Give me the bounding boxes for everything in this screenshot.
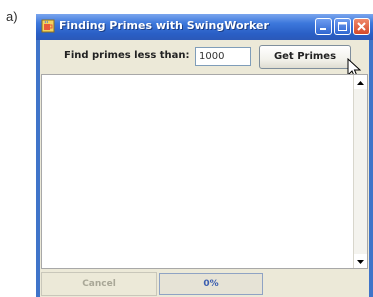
close-icon xyxy=(357,22,366,31)
maximize-button[interactable] xyxy=(334,18,351,35)
window-content: Find primes less than: 1000 Get Primes C… xyxy=(40,40,369,297)
prompt-label: Find primes less than: xyxy=(64,50,190,61)
minimize-button[interactable] xyxy=(315,18,332,35)
maximize-icon xyxy=(338,22,347,31)
title-bar[interactable]: Finding Primes with SwingWorker xyxy=(36,14,373,40)
screenshot-page: a) Finding Primes with SwingWorker Find … xyxy=(0,0,373,297)
window-title: Finding Primes with SwingWorker xyxy=(59,19,269,32)
vertical-scrollbar[interactable] xyxy=(353,75,367,268)
results-scroll-pane[interactable] xyxy=(41,74,368,269)
progress-bar: 0% xyxy=(159,273,263,295)
arrow-up-icon xyxy=(357,81,364,85)
scroll-up-button[interactable] xyxy=(354,75,367,89)
figure-label: a) xyxy=(6,9,18,24)
scroll-down-button[interactable] xyxy=(354,254,367,268)
app-window: Finding Primes with SwingWorker Find pri… xyxy=(36,14,373,297)
progress-text: 0% xyxy=(203,279,219,289)
cancel-button[interactable]: Cancel xyxy=(41,272,157,296)
status-bar: Cancel 0% xyxy=(41,272,368,296)
minimize-icon xyxy=(320,28,326,30)
number-input[interactable]: 1000 xyxy=(195,47,251,66)
arrow-down-icon xyxy=(357,260,364,264)
get-primes-button[interactable]: Get Primes xyxy=(259,45,351,69)
results-text-area[interactable] xyxy=(42,75,353,268)
close-button[interactable] xyxy=(353,18,370,35)
java-cup-icon xyxy=(41,19,55,33)
